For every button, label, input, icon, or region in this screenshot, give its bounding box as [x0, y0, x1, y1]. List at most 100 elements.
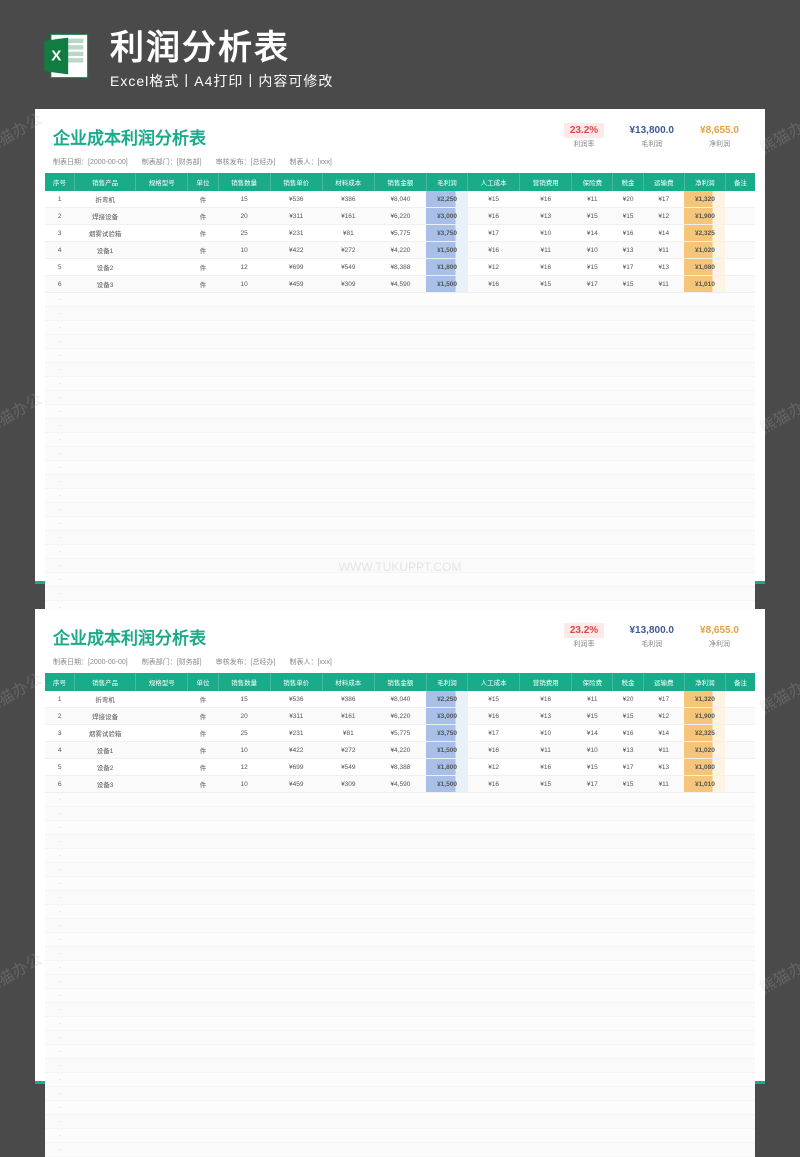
table-cell: ¥16 — [468, 208, 520, 225]
sheet-info: 制表日期：[2000-00-00] 制表部门：[财务部] 审核发布：[总经办] … — [35, 157, 765, 173]
table-cell: ¥231 — [270, 225, 322, 242]
table-cell: ¥20 — [613, 191, 643, 208]
empty-row: - — [45, 517, 755, 531]
table-cell: ¥231 — [270, 725, 322, 742]
table-cell — [725, 191, 755, 208]
table-cell: 烟雾试验箱 — [74, 725, 135, 742]
table-cell: ¥6,220 — [374, 208, 426, 225]
table-cell: ¥459 — [270, 276, 322, 293]
table-cell: ¥16 — [468, 242, 520, 259]
spreadsheet-preview-1: 企业成本利润分析表23.2%利润率¥13,800.0毛利润¥8,655.0净利润… — [35, 109, 765, 584]
table-cell: ¥16 — [520, 691, 572, 708]
table-cell: ¥16 — [613, 225, 643, 242]
metric-label: 毛利润 — [641, 639, 662, 649]
table-cell: ¥1,800 — [426, 759, 467, 776]
table-cell: ¥1,010 — [684, 276, 725, 293]
page-title: 利润分析表 — [110, 20, 333, 69]
table-cell: ¥14 — [572, 225, 613, 242]
table-cell: ¥309 — [322, 276, 374, 293]
table-cell — [136, 242, 188, 259]
table-cell: ¥2,325 — [684, 725, 725, 742]
col-header: 单位 — [188, 173, 218, 191]
table-cell: 设备2 — [74, 259, 135, 276]
table-cell — [725, 776, 755, 793]
empty-row: - — [45, 377, 755, 391]
col-header: 序号 — [45, 673, 74, 691]
table-cell: 1 — [45, 691, 74, 708]
col-header: 规格型号 — [136, 173, 188, 191]
table-cell: ¥15 — [572, 259, 613, 276]
table-cell: ¥13 — [520, 708, 572, 725]
table-cell: ¥1,800 — [426, 259, 467, 276]
col-header: 人工成本 — [468, 173, 520, 191]
table-cell — [136, 191, 188, 208]
table-cell — [136, 208, 188, 225]
empty-row: - — [45, 349, 755, 363]
empty-row: - — [45, 475, 755, 489]
table-cell: 烟雾试验箱 — [74, 225, 135, 242]
metric-value: 23.2% — [564, 123, 604, 138]
table-cell: 件 — [188, 742, 218, 759]
table-cell: ¥13 — [643, 759, 684, 776]
empty-row: - — [45, 1115, 755, 1129]
table-row: 5设备2件12¥699¥549¥8,388¥1,800¥12¥16¥15¥17¥… — [45, 259, 755, 276]
col-header: 毛利润 — [426, 673, 467, 691]
table-cell — [136, 759, 188, 776]
table-cell: ¥386 — [322, 191, 374, 208]
table-cell: ¥14 — [643, 225, 684, 242]
table-cell — [725, 725, 755, 742]
table-cell: 折弯机 — [74, 691, 135, 708]
empty-row: - — [45, 363, 755, 377]
empty-row: - — [45, 793, 755, 807]
table-cell: ¥17 — [643, 691, 684, 708]
empty-row: - — [45, 821, 755, 835]
page-header: X 利润分析表 Excel格式丨A4打印丨内容可修改 — [0, 0, 800, 109]
table-cell: 5 — [45, 259, 74, 276]
sheet-title: 企业成本利润分析表 — [53, 124, 206, 149]
col-header: 毛利润 — [426, 173, 467, 191]
table-cell: ¥16 — [468, 708, 520, 725]
col-header: 材料成本 — [322, 173, 374, 191]
empty-row: - — [45, 975, 755, 989]
empty-row: - — [45, 545, 755, 559]
table-cell: 2 — [45, 208, 74, 225]
col-header: 材料成本 — [322, 673, 374, 691]
empty-row: - — [45, 321, 755, 335]
empty-row: - — [45, 293, 755, 307]
table-cell: ¥12 — [643, 208, 684, 225]
table-cell: ¥1,500 — [426, 776, 467, 793]
col-header: 销售数量 — [218, 673, 270, 691]
table-cell: 件 — [188, 191, 218, 208]
table-cell: ¥13 — [613, 242, 643, 259]
table-row: 1折弯机件15¥536¥386¥8,040¥2,250¥15¥16¥11¥20¥… — [45, 191, 755, 208]
table-cell: ¥14 — [643, 725, 684, 742]
table-cell: ¥1,020 — [684, 242, 725, 259]
col-header: 营销费用 — [520, 673, 572, 691]
table-cell: 焊接设备 — [74, 708, 135, 725]
metric-net: ¥8,655.0净利润 — [692, 623, 747, 649]
table-cell: ¥5,775 — [374, 225, 426, 242]
table-cell: 15 — [218, 691, 270, 708]
table-cell: 20 — [218, 208, 270, 225]
table-cell: 设备1 — [74, 742, 135, 759]
table-cell: ¥81 — [322, 725, 374, 742]
table-cell: 件 — [188, 691, 218, 708]
table-cell: ¥11 — [643, 242, 684, 259]
table-cell: ¥16 — [520, 759, 572, 776]
table-cell: ¥161 — [322, 208, 374, 225]
svg-text:X: X — [51, 47, 61, 64]
table-cell: ¥2,250 — [426, 691, 467, 708]
col-header: 销售产品 — [74, 673, 135, 691]
table-cell: ¥17 — [613, 759, 643, 776]
table-row: 4设备1件10¥422¥272¥4,220¥1,500¥16¥11¥10¥13¥… — [45, 242, 755, 259]
table-cell — [136, 276, 188, 293]
empty-row: - — [45, 559, 755, 573]
table-cell: 5 — [45, 759, 74, 776]
sheet-title: 企业成本利润分析表 — [53, 624, 206, 649]
table-cell: ¥2,325 — [684, 225, 725, 242]
table-cell: ¥17 — [572, 276, 613, 293]
table-cell — [725, 208, 755, 225]
table-cell: ¥17 — [643, 191, 684, 208]
table-cell: ¥16 — [468, 276, 520, 293]
table-cell: ¥309 — [322, 776, 374, 793]
